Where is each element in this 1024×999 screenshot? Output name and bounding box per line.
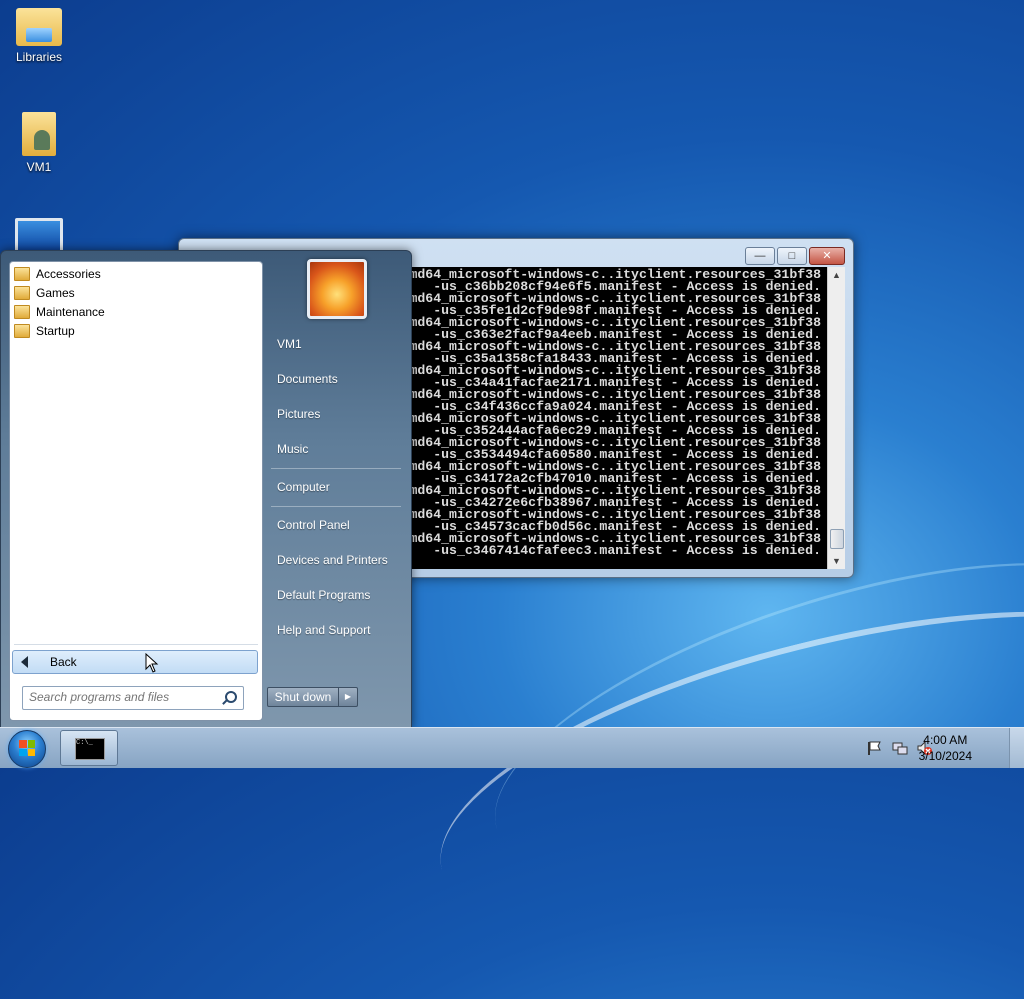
desktop-icon-label: Libraries bbox=[15, 50, 63, 64]
user-folder-icon bbox=[22, 112, 56, 156]
windows-logo-icon bbox=[19, 740, 35, 756]
desktop-icon-libraries[interactable]: Libraries bbox=[2, 8, 76, 64]
start-item-default-programs[interactable]: Default Programs bbox=[267, 580, 405, 610]
start-item-computer[interactable]: Computer bbox=[267, 472, 405, 502]
maximize-button[interactable]: □ bbox=[777, 247, 807, 265]
scroll-thumb[interactable] bbox=[830, 529, 844, 549]
user-picture[interactable] bbox=[307, 259, 367, 319]
shutdown-button[interactable]: Shut down bbox=[267, 687, 339, 707]
search-input[interactable] bbox=[23, 687, 225, 707]
wallpaper-swoosh bbox=[409, 547, 1024, 999]
start-item-label: Default Programs bbox=[277, 588, 371, 602]
folder-icon bbox=[14, 267, 30, 281]
folder-icon bbox=[14, 305, 30, 319]
start-item-control-panel[interactable]: Control Panel bbox=[267, 510, 405, 540]
show-desktop-button[interactable] bbox=[1009, 728, 1024, 768]
desktop-icon-vm1[interactable]: VM1 bbox=[2, 112, 76, 174]
command-prompt-icon: C:\_ bbox=[75, 738, 105, 760]
network-icon[interactable] bbox=[892, 740, 908, 756]
start-item-label: Computer bbox=[277, 480, 330, 494]
folder-icon bbox=[14, 324, 30, 338]
programs-pane: Accessories Games Maintenance Startup Ba… bbox=[9, 261, 263, 721]
start-item-user-folder[interactable]: VM1 bbox=[267, 329, 405, 359]
divider bbox=[271, 506, 401, 507]
start-item-label: Music bbox=[277, 442, 309, 456]
start-item-label: Devices and Printers bbox=[277, 553, 388, 567]
divider bbox=[271, 468, 401, 469]
program-label: Startup bbox=[36, 324, 75, 338]
start-item-devices-and-printers[interactable]: Devices and Printers bbox=[267, 545, 405, 575]
search-icon[interactable] bbox=[225, 691, 237, 703]
start-item-label: VM1 bbox=[277, 337, 302, 351]
console-scrollbar[interactable]: ▲ ▼ bbox=[827, 267, 845, 569]
back-label: Back bbox=[50, 655, 77, 669]
program-label: Games bbox=[36, 286, 75, 300]
start-item-label: Pictures bbox=[277, 407, 321, 421]
clock-time: 4:00 AM bbox=[923, 733, 968, 747]
program-item-maintenance[interactable]: Maintenance bbox=[14, 303, 105, 321]
start-item-music[interactable]: Music bbox=[267, 434, 405, 464]
back-arrow-icon bbox=[21, 656, 28, 668]
window-controls: — □ ✕ bbox=[745, 247, 845, 265]
folder-icon bbox=[14, 286, 30, 300]
start-button[interactable] bbox=[8, 730, 46, 768]
back-button[interactable]: Back bbox=[12, 650, 258, 674]
program-label: Maintenance bbox=[36, 305, 105, 319]
desktop-icon-label: VM1 bbox=[26, 160, 52, 174]
start-item-label: Documents bbox=[277, 372, 338, 386]
taskbar-button-command-prompt[interactable]: C:\_ bbox=[60, 730, 118, 766]
minimize-button[interactable]: — bbox=[745, 247, 775, 265]
start-item-help-and-support[interactable]: Help and Support bbox=[267, 615, 405, 645]
scroll-up-icon[interactable]: ▲ bbox=[828, 267, 845, 283]
action-center-flag-icon[interactable] bbox=[866, 740, 882, 756]
start-item-label: Help and Support bbox=[277, 623, 371, 637]
divider bbox=[14, 644, 258, 645]
clock-date: 3/10/2024 bbox=[918, 749, 972, 763]
system-clock[interactable]: 4:00 AM 3/10/2024 bbox=[919, 732, 972, 764]
shutdown-options-icon[interactable]: ▶ bbox=[339, 687, 358, 707]
scroll-down-icon[interactable]: ▼ bbox=[828, 553, 845, 569]
program-item-startup[interactable]: Startup bbox=[14, 322, 75, 340]
start-menu: Accessories Games Maintenance Startup Ba… bbox=[0, 250, 412, 729]
taskbar: C:\_ 4:00 AM 3/10/2024 bbox=[0, 727, 1024, 768]
shutdown-group: Shut down ▶ bbox=[267, 687, 358, 707]
program-item-games[interactable]: Games bbox=[14, 284, 75, 302]
search-box[interactable] bbox=[22, 686, 244, 710]
start-item-label: Control Panel bbox=[277, 518, 350, 532]
program-label: Accessories bbox=[36, 267, 101, 281]
start-item-documents[interactable]: Documents bbox=[267, 364, 405, 394]
libraries-icon bbox=[16, 8, 62, 46]
close-button[interactable]: ✕ bbox=[809, 247, 845, 265]
program-item-accessories[interactable]: Accessories bbox=[14, 265, 101, 283]
start-item-pictures[interactable]: Pictures bbox=[267, 399, 405, 429]
